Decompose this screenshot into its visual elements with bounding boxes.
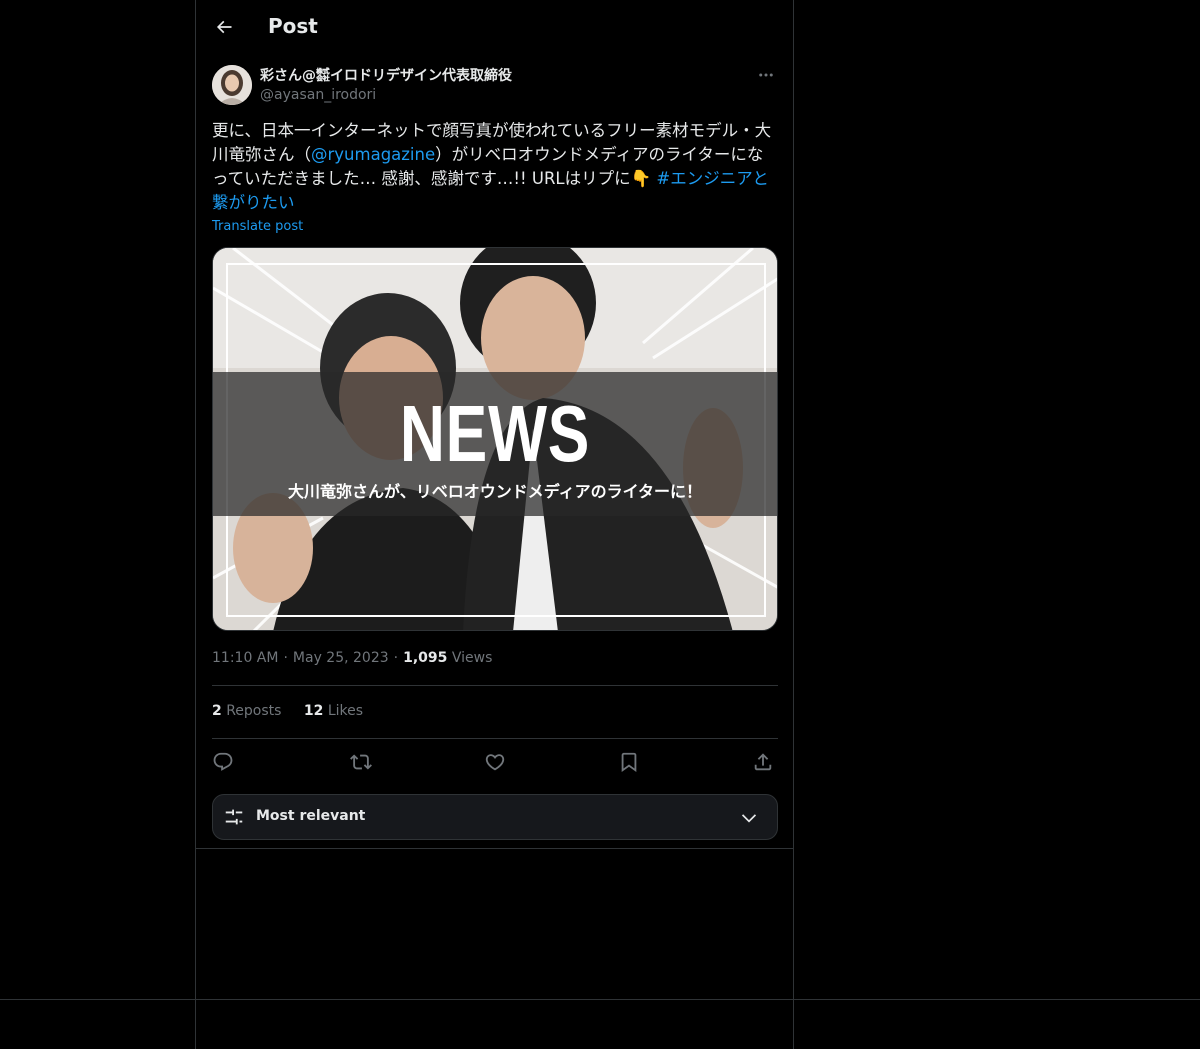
bookmark-icon [621,752,637,773]
meta-separator: · [393,650,399,666]
back-button[interactable] [208,11,240,43]
reposts-label: Reposts [226,703,282,719]
author-handle[interactable]: @ayasan_irodori [260,87,376,103]
sort-label: Most relevant [256,808,366,824]
arrow-left-icon [216,20,232,34]
more-icon [759,73,773,77]
reply-icon [213,752,233,771]
post-metadata: 11:10 AM · May 25, 2023 · 1,095 Views [212,650,492,666]
divider [212,738,778,739]
more-options-button[interactable] [754,63,778,87]
views-label: Views [451,650,493,666]
repost-icon [350,754,372,770]
reposts-stat[interactable]: 2 Reposts [212,703,281,719]
chevron-down-icon [741,814,757,823]
reposts-count: 2 [212,703,222,719]
mention-link[interactable]: @ryumagazine [311,145,435,164]
post-author: 彩さん@㍿イロドリデザイン代表取締役 @ayasan_irodori [212,65,778,107]
bottom-divider [0,999,1200,1000]
like-button[interactable] [478,745,512,779]
reply-sort-dropdown[interactable]: Most relevant [212,794,778,840]
divider [212,685,778,686]
column-divider [196,848,793,849]
likes-stat[interactable]: 12 Likes [304,703,363,719]
sort-filter-icon [225,809,243,825]
likes-label: Likes [327,703,364,719]
avatar[interactable] [212,65,252,105]
avatar-image [212,65,252,105]
engagement-stats: 2 Reposts 12 Likes [212,703,381,719]
likes-count: 12 [303,703,324,719]
post-text: 更に、日本一インターネットで顔写真が使われているフリー素材モデル・大川竜弥さん（… [212,119,778,215]
reply-button[interactable] [206,745,240,779]
share-button[interactable] [746,745,780,779]
views-count: 1,095 [403,650,448,666]
action-bar [212,745,778,779]
bookmark-button[interactable] [612,745,646,779]
post-media-image[interactable]: NEWS 大川竜弥さんが、リベロオウンドメディアのライターに！ [212,247,778,631]
page-title: Post [268,14,318,38]
page-header: Post [196,0,793,54]
repost-button[interactable] [344,745,378,779]
primary-column: Post 彩さん@㍿イロドリデザイン代表取締役 @ayasan_irodori … [195,0,794,1049]
translate-post-link[interactable]: Translate post [212,219,303,234]
share-icon [754,753,772,771]
like-icon [485,754,505,771]
author-display-name[interactable]: 彩さん@㍿イロドリデザイン代表取締役 [260,65,512,85]
post-date[interactable]: May 25, 2023 [293,650,389,666]
meta-separator: · [283,650,288,666]
media-subtitle: 大川竜弥さんが、リベロオウンドメディアのライターに！ [288,482,702,501]
media-headline: NEWS [399,389,591,478]
post-time[interactable]: 11:10 AM [212,650,278,666]
